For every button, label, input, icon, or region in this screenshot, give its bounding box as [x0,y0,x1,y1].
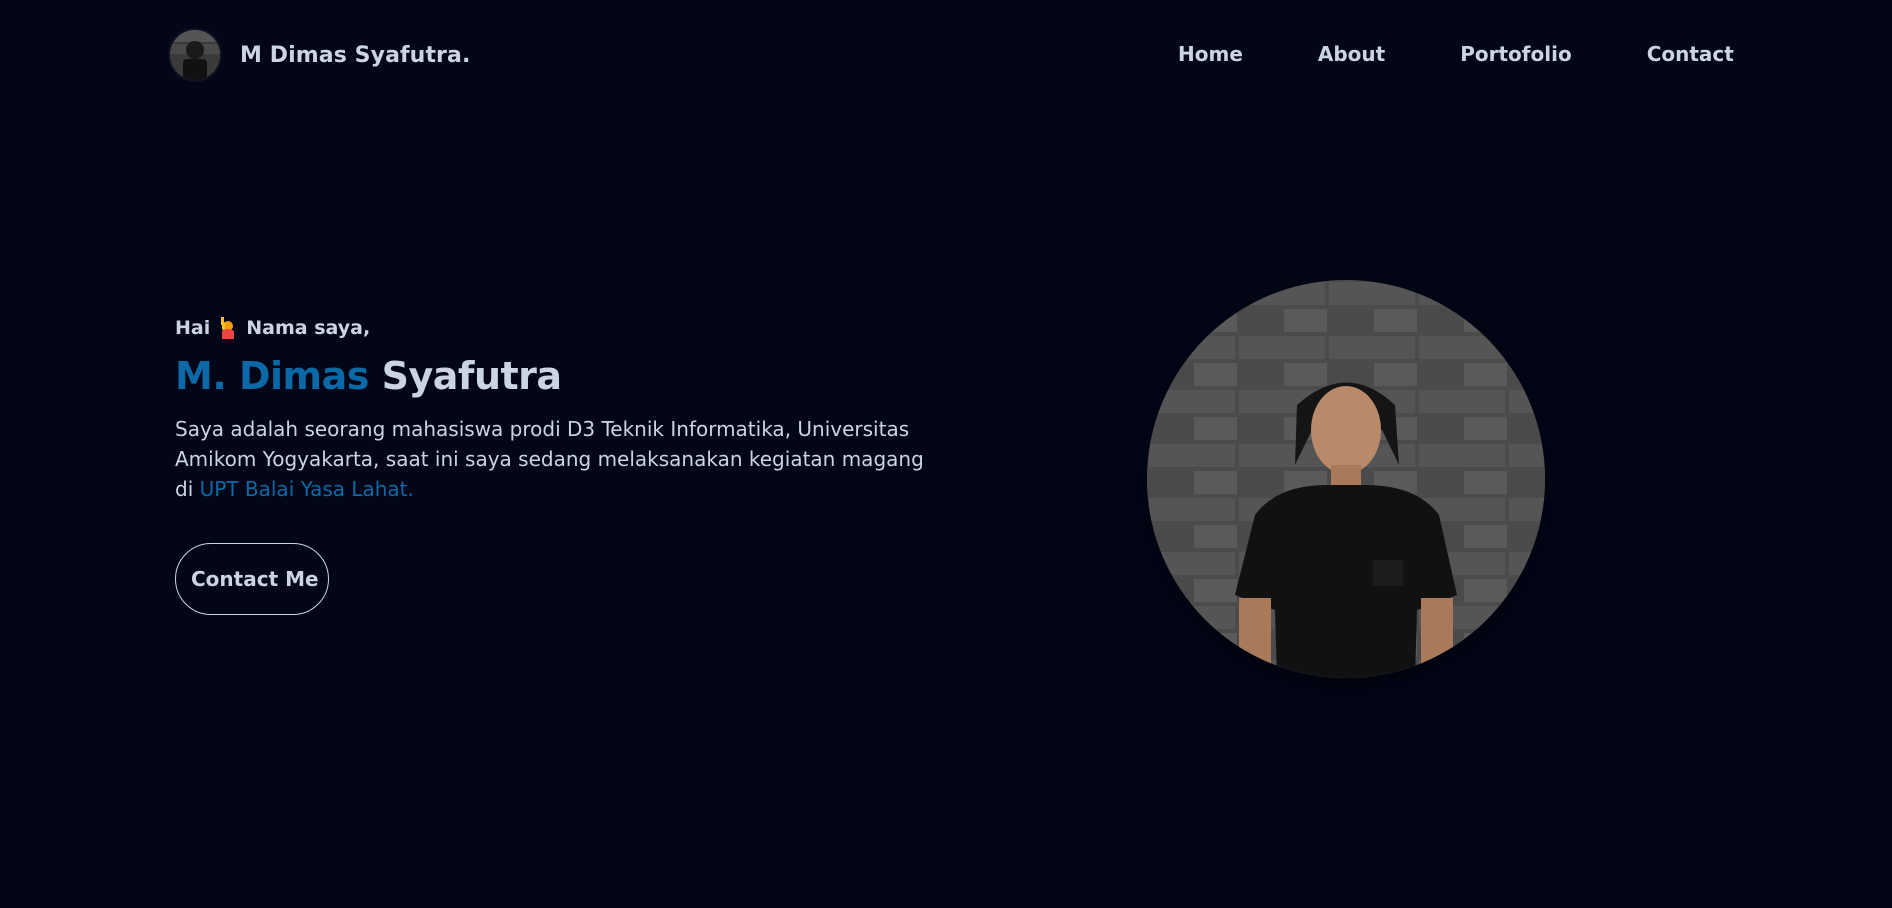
nav-about[interactable]: About [1318,42,1385,66]
brand-name: M Dimas Syafutra. [240,42,471,68]
greeting-rest: Nama saya, [246,317,371,339]
brand[interactable]: M Dimas Syafutra. [170,30,470,80]
brand-avatar [170,30,220,80]
navbar: M Dimas Syafutra. Home About Portofolio … [0,0,1892,110]
greeting-hai: Hai [175,317,211,339]
contact-me-button[interactable]: Contact Me [175,543,329,615]
nav-links: Home About Portofolio Contact [1178,42,1734,66]
name-last: Syafutra [381,354,562,398]
name-first: M. Dimas [175,354,369,398]
description-highlight: UPT Balai Yasa Lahat. [199,477,414,501]
nav-contact[interactable]: Contact [1647,42,1734,66]
hero-name: M. Dimas Syafutra [175,354,945,398]
nav-portofolio[interactable]: Portofolio [1460,42,1571,66]
greeting: Hai Nama saya, [175,314,945,342]
page: M Dimas Syafutra. Home About Portofolio … [0,0,1892,908]
profile-photo [1147,280,1545,678]
nav-home[interactable]: Home [1178,42,1243,66]
raising-hand-icon [218,317,238,339]
hero-text: Hai Nama saya, M. Dimas Syafutra Saya ad… [175,314,945,504]
hero-description: Saya adalah seorang mahasiswa prodi D3 T… [175,414,945,504]
